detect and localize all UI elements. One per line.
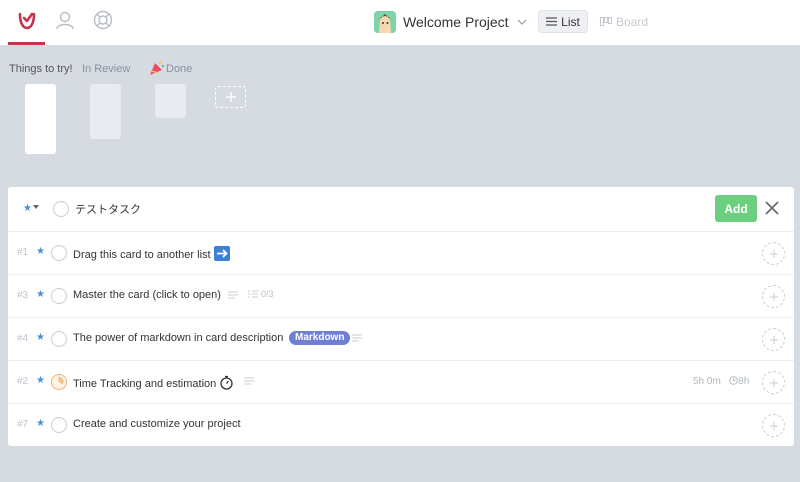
task-title[interactable]: Drag this card to another list [73,246,230,261]
task-checkbox[interactable] [51,288,67,304]
task-id: #4 [17,333,29,344]
new-task-row: ★ Add [8,187,794,231]
task-checkbox[interactable] [51,331,67,347]
star-icon[interactable]: ★ [36,289,45,300]
close-icon[interactable] [764,200,780,216]
task-id: #2 [17,376,29,387]
checklist-icon [248,290,258,298]
plus-icon [769,378,778,387]
add-task-button[interactable]: Add [715,195,757,222]
board-view-label: Board [616,14,649,29]
task-list-panel: ★ Add #1 ★ Drag this card to another lis… [8,187,794,446]
time-estimate: 8h [738,376,750,387]
timer-checkbox[interactable] [51,374,67,390]
task-checkbox[interactable] [53,201,69,217]
board-column-title[interactable]: Things to try! [9,63,73,75]
board-view-button[interactable]: Board [600,10,648,33]
plus-icon [769,249,778,258]
description-icon [352,334,362,342]
task-checkbox[interactable] [51,245,67,261]
add-member-button[interactable] [762,328,785,351]
star-icon[interactable]: ★ [36,418,45,429]
add-member-button[interactable] [762,414,785,437]
time-spent: 5h 0m [693,376,721,387]
task-row[interactable]: #2 ★ Time Tracking and estimation 5h 0m … [8,360,794,403]
top-bar: Welcome Project List Board [0,0,800,46]
user-icon[interactable] [54,9,76,31]
new-task-input[interactable] [75,199,695,219]
timer-progress-icon [58,376,64,385]
chevron-down-icon [517,19,526,25]
list-view-button[interactable]: List [538,10,588,33]
task-checkbox[interactable] [51,417,67,433]
task-row[interactable]: #1 ★ Drag this card to another list [8,231,794,274]
task-id: #1 [17,247,29,258]
list-view-label: List [561,14,580,29]
task-id: #3 [17,290,29,301]
star-icon[interactable]: ★ [36,332,45,343]
list-icon [546,17,558,26]
add-member-button[interactable] [762,371,785,394]
star-icon[interactable]: ★ [23,203,32,214]
arrow-right-emoji-icon [213,246,230,261]
task-id: #7 [17,419,29,430]
checklist-count: 0/3 [261,289,274,299]
board-icon [600,17,612,26]
add-member-button[interactable] [762,242,785,265]
star-icon[interactable]: ★ [36,246,45,257]
time-tracking-info: 5h 0m 8h [693,376,749,387]
board-column-title[interactable]: Done [166,63,192,75]
caret-down-icon[interactable] [33,205,39,209]
party-popper-icon [149,60,165,81]
checklist-indicator: 0/3 [248,289,274,299]
add-member-button[interactable] [762,285,785,308]
task-row[interactable]: #3 ★ Master the card (click to open) 0/3 [8,274,794,317]
plus-icon [225,92,236,102]
task-title[interactable]: Master the card (click to open) [73,289,221,301]
description-icon [244,377,254,385]
plus-icon [769,292,778,301]
stopwatch-icon [220,375,233,390]
active-nav-indicator [8,42,45,45]
project-switcher[interactable]: Welcome Project [374,10,527,34]
board-column-title[interactable]: In Review [82,63,130,75]
task-row[interactable]: #4 ★ The power of markdown in card descr… [8,317,794,360]
task-title[interactable]: Create and customize your project [73,418,241,430]
app-logo-icon[interactable] [16,9,38,31]
task-title[interactable]: Time Tracking and estimation [73,375,234,390]
lifebuoy-icon[interactable] [92,9,114,31]
plus-icon [769,335,778,344]
project-title: Welcome Project [403,14,509,30]
task-title[interactable]: The power of markdown in card descriptio… [73,332,283,344]
board-column-preview[interactable] [155,84,186,118]
plus-icon [769,421,778,430]
board-column-preview[interactable] [90,84,121,139]
task-row[interactable]: #7 ★ Create and customize your project [8,403,794,446]
description-icon [228,291,238,299]
board-column-preview[interactable] [25,84,56,154]
star-icon[interactable]: ★ [36,375,45,386]
clock-icon [729,376,738,385]
add-column-button[interactable] [215,86,246,108]
label-badge[interactable]: Markdown [289,331,351,345]
project-avatar-icon [374,11,396,33]
